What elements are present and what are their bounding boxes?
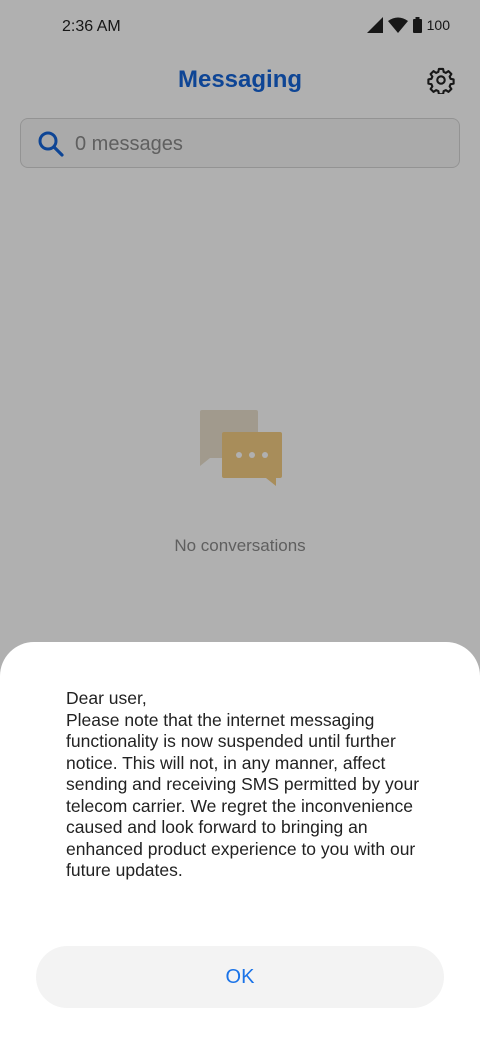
- dialog-message: Dear user, Please note that the internet…: [66, 688, 436, 882]
- dialog-body: Please note that the internet messaging …: [66, 709, 420, 881]
- notice-dialog: Dear user, Please note that the internet…: [0, 642, 480, 1040]
- ok-button[interactable]: OK: [36, 946, 444, 1008]
- dialog-greeting: Dear user,: [66, 688, 147, 708]
